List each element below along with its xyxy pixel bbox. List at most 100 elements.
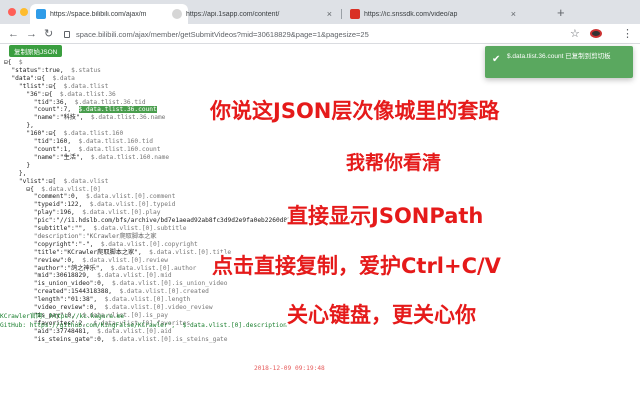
json-text: "status":true, bbox=[4, 66, 72, 74]
json-path-link[interactable]: $.status bbox=[71, 67, 101, 74]
json-text: "tid":160, bbox=[4, 138, 79, 146]
new-tab-button[interactable]: + bbox=[557, 5, 565, 20]
back-button[interactable]: ← bbox=[8, 27, 19, 41]
json-text: "comment":0, bbox=[4, 193, 86, 201]
window-close-dot[interactable] bbox=[8, 8, 16, 16]
copied-toast: ✔ $.data.tlist.36.count 已复制到剪切板 bbox=[485, 46, 633, 78]
browser-menu-icon[interactable]: ⋮ bbox=[622, 27, 633, 40]
json-path-link[interactable]: $.data.tlist.36.count bbox=[78, 106, 157, 114]
json-text: "created":1544318388, bbox=[4, 288, 120, 296]
browser-toolbar: ← → ↻ space.bilibili.com/ajax/member/get… bbox=[0, 24, 640, 44]
json-text: "description":"KCrawler爬取脚本之家 bbox=[4, 232, 157, 240]
json-line: ⊟{ $ bbox=[4, 59, 414, 67]
tab-bilibili[interactable]: https://space.bilibili.com/ajax/m × bbox=[30, 4, 188, 24]
json-line: "description":"KCrawler爬取脚本之家 bbox=[4, 233, 414, 241]
json-path-link[interactable]: $.data.tlist.36.name bbox=[91, 114, 166, 121]
json-path-link[interactable]: $.data.vlist.[0].copyright bbox=[101, 241, 198, 248]
json-path-link[interactable]: $.data.vlist.[0].length bbox=[105, 296, 191, 303]
json-text: "typeid":122, bbox=[4, 201, 90, 209]
bilibili-favicon-icon bbox=[36, 9, 46, 19]
json-path-link[interactable]: $.data.vlist.[0].is_union_video bbox=[112, 280, 227, 287]
json-text: "length":"01:38", bbox=[4, 296, 105, 304]
tab-separator bbox=[341, 9, 342, 19]
json-path-link[interactable]: $.data.vlist.[0].is_steins_gate bbox=[112, 336, 227, 343]
pdf-favicon-icon bbox=[350, 9, 360, 19]
address-bar[interactable]: space.bilibili.com/ajax/member/getSubmit… bbox=[64, 27, 540, 41]
tab-title: https://ic.snssdk.com/video/ap bbox=[364, 10, 458, 18]
created-date-tooltip: 2018-12-09 09:19:48 bbox=[254, 365, 325, 372]
json-path-link[interactable]: $.data.tlist.160.tid bbox=[79, 138, 154, 145]
json-text: "tid":36, bbox=[4, 98, 75, 106]
json-path-link[interactable]: $.data.tlist.160.name bbox=[91, 154, 169, 161]
json-path-link[interactable]: $.data.tlist.160.count bbox=[79, 146, 161, 153]
tab-1sapp[interactable]: https://api.1sapp.com/content/ × bbox=[166, 4, 338, 24]
json-text: "mid":30618829, bbox=[4, 272, 98, 280]
tab-snssdk[interactable]: https://ic.snssdk.com/video/ap × bbox=[344, 4, 522, 24]
checkmark-icon: ✔ bbox=[492, 54, 501, 65]
json-text: "video_review":0, bbox=[4, 304, 105, 312]
json-path-link[interactable]: $.data.vlist.[0].created bbox=[119, 288, 208, 295]
json-path-link[interactable]: $.data.vlist bbox=[64, 178, 109, 185]
copy-raw-json-button[interactable]: 复制原始JSON bbox=[9, 45, 63, 57]
json-path-link[interactable]: $.data.vlist.[0] bbox=[41, 186, 101, 193]
json-text: "is_union_video":0, bbox=[4, 280, 113, 288]
json-path-link[interactable]: $.data.vlist.[0].review bbox=[82, 257, 168, 264]
slogan-line-5: 关心键盘，更关心你 bbox=[287, 303, 476, 327]
json-text: "author":"鸽之神乐", bbox=[4, 264, 111, 272]
tab-strip: https://space.bilibili.com/ajax/m × http… bbox=[0, 0, 640, 24]
json-line: "data":⊟{ $.data bbox=[4, 75, 414, 83]
json-path-link[interactable]: $.data.vlist.[0].mid bbox=[97, 272, 172, 279]
json-text: "tlist":⊟{ bbox=[4, 82, 64, 90]
description-multiline: KCrawler官网: https://kc.kagura.me GitHub: … bbox=[0, 312, 287, 330]
json-line: "status":true, $.status bbox=[4, 67, 414, 75]
reload-button[interactable]: ↻ bbox=[44, 27, 53, 41]
json-text: ⊟{ bbox=[4, 59, 19, 66]
json-text: "play":196, bbox=[4, 209, 83, 217]
toast-text: $.data.tlist.36.count 已复制到剪切板 bbox=[507, 53, 611, 60]
json-path-link[interactable]: $.data.vlist.[0].typeid bbox=[90, 201, 176, 208]
json-text: "data":⊟{ bbox=[4, 74, 53, 82]
json-path-link[interactable]: $.data.tlist bbox=[64, 83, 109, 90]
json-text: "160":⊟{ bbox=[4, 130, 64, 138]
json-path-link[interactable]: $.data.vlist.[0].comment bbox=[86, 193, 175, 200]
json-path-link[interactable]: $.data.vlist.[0].video_review bbox=[105, 304, 213, 311]
json-text: "count":7, bbox=[4, 106, 79, 114]
json-text: }, bbox=[4, 122, 34, 130]
json-path-link[interactable]: $.data.vlist.[0].play bbox=[82, 209, 160, 216]
tab-close-icon[interactable]: × bbox=[327, 9, 332, 19]
json-text: "is_steins_gate":0, bbox=[4, 335, 113, 343]
globe-favicon-icon bbox=[172, 9, 182, 19]
json-path-link[interactable]: $.data.vlist.[0].author bbox=[111, 265, 197, 272]
json-text: "36":⊟{ bbox=[4, 90, 60, 98]
json-text: "title":"KCrawler爬取脚本之家", bbox=[4, 248, 150, 256]
bookmark-star-icon[interactable]: ☆ bbox=[570, 27, 580, 40]
tab-title: https://api.1sapp.com/content/ bbox=[186, 10, 280, 18]
json-line: "is_union_video":0, $.data.vlist.[0].is_… bbox=[4, 280, 414, 288]
json-line: "160":⊟{ $.data.tlist.160 bbox=[4, 130, 414, 138]
slogan-line-3: 直接显示JSONPath bbox=[287, 204, 484, 228]
json-path-link[interactable]: $.data bbox=[52, 75, 74, 82]
tab-title: https://space.bilibili.com/ajax/m bbox=[50, 10, 147, 18]
description-line: KCrawler官网: https://kc.kagura.me bbox=[0, 313, 125, 320]
json-text: }, bbox=[4, 169, 27, 177]
tab-close-icon[interactable]: × bbox=[511, 9, 516, 19]
json-text: ⊟{ bbox=[4, 185, 42, 193]
slogan-line-4: 点击直接复制，爱护Ctrl+C/V bbox=[212, 254, 501, 278]
json-path-link[interactable]: $.data.tlist.36 bbox=[60, 91, 116, 98]
json-path-link[interactable]: $.data.vlist.[0].subtitle bbox=[93, 225, 186, 232]
slogan-line-2: 我帮你看清 bbox=[346, 152, 442, 174]
extension-eye-icon[interactable] bbox=[590, 29, 602, 38]
json-text: "name":"生活", bbox=[4, 153, 91, 161]
json-text: "name":"科技", bbox=[4, 114, 91, 122]
json-text: "vlist":⊟[ bbox=[4, 177, 64, 185]
forward-button[interactable]: → bbox=[26, 27, 37, 41]
json-text: "copyright":"-", bbox=[4, 240, 101, 248]
json-path-link[interactable]: $ bbox=[19, 59, 23, 66]
window-minimize-dot[interactable] bbox=[20, 8, 28, 16]
json-text: } bbox=[4, 161, 31, 169]
json-line: "created":1544318388, $.data.vlist.[0].c… bbox=[4, 288, 414, 296]
json-text: "subtitle":"", bbox=[4, 225, 94, 233]
json-line: "is_steins_gate":0, $.data.vlist.[0].is_… bbox=[4, 336, 414, 344]
json-path-link[interactable]: $.data.tlist.160 bbox=[64, 130, 124, 137]
json-path-link[interactable]: $.data.tlist.36.tid bbox=[75, 99, 146, 106]
